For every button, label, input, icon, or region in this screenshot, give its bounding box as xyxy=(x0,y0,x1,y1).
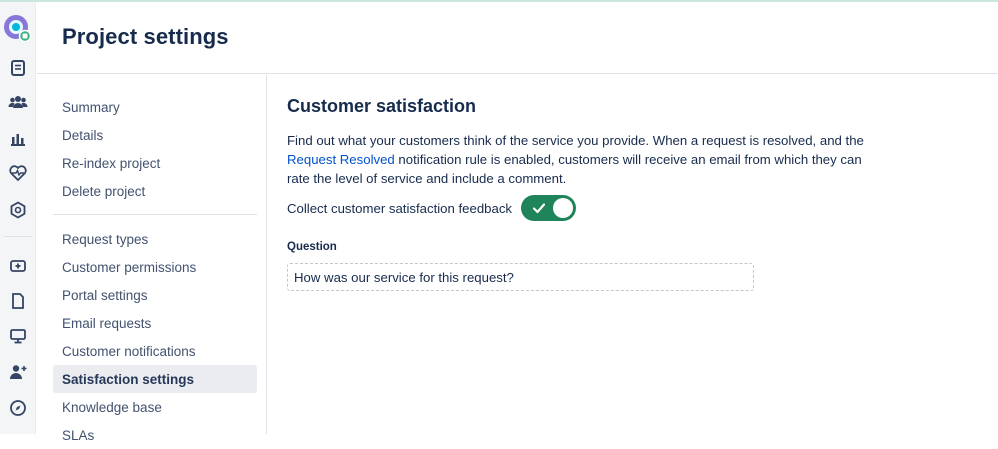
add-people-icon[interactable] xyxy=(6,360,30,384)
pages-icon[interactable] xyxy=(6,289,30,313)
toggle-label: Collect customer satisfaction feedback xyxy=(287,200,513,216)
components-icon[interactable] xyxy=(6,198,30,222)
sidebar-item-reindex-project[interactable]: Re-index project xyxy=(53,149,257,177)
page-title: Project settings xyxy=(62,24,229,49)
collect-feedback-toggle[interactable] xyxy=(521,195,577,221)
sidebar-item-email-requests[interactable]: Email requests xyxy=(53,309,257,337)
feedback-toggle-row: Collect customer satisfaction feedback xyxy=(287,195,577,221)
question-label: Question xyxy=(287,241,337,253)
check-icon xyxy=(532,203,546,214)
question-field[interactable]: How was our service for this request? xyxy=(287,263,754,291)
display-icon[interactable] xyxy=(6,324,30,348)
sidebar-item-delete-project[interactable]: Delete project xyxy=(53,177,257,205)
service-health-icon[interactable] xyxy=(6,161,30,185)
toggle-knob xyxy=(553,198,574,218)
description-text-1: Find out what your customers think of th… xyxy=(287,133,864,148)
sidebar-item-satisfaction-settings[interactable]: Satisfaction settings xyxy=(53,365,257,393)
sidebar-item-knowledge-base[interactable]: Knowledge base xyxy=(53,393,257,421)
reports-icon[interactable] xyxy=(6,126,30,150)
request-resolved-link[interactable]: Request Resolved xyxy=(287,152,395,167)
sidebar-item-slas[interactable]: SLAs xyxy=(53,421,257,449)
compass-icon[interactable] xyxy=(6,396,30,420)
add-item-icon[interactable] xyxy=(6,254,30,278)
sidebar-item-summary[interactable]: Summary xyxy=(53,93,257,121)
section-title: Customer satisfaction xyxy=(287,96,477,116)
settings-sidebar: Summary Details Re-index project Delete … xyxy=(37,75,267,443)
rail-divider xyxy=(4,236,32,237)
main-content: Customer satisfaction Find out what your… xyxy=(287,75,987,434)
sidebar-item-customer-permissions[interactable]: Customer permissions xyxy=(53,253,257,281)
queues-icon[interactable] xyxy=(6,56,30,80)
page-header: Project settings xyxy=(37,2,998,74)
sidebar-item-customer-notifications[interactable]: Customer notifications xyxy=(53,337,257,365)
sidebar-divider xyxy=(53,214,257,215)
customers-icon[interactable] xyxy=(6,90,30,114)
sidebar-item-details[interactable]: Details xyxy=(53,121,257,149)
section-description: Find out what your customers think of th… xyxy=(287,131,867,188)
left-icon-rail xyxy=(0,2,36,434)
sidebar-item-request-types[interactable]: Request types xyxy=(53,225,257,253)
project-avatar-icon[interactable] xyxy=(3,14,31,42)
sidebar-item-portal-settings[interactable]: Portal settings xyxy=(53,281,257,309)
